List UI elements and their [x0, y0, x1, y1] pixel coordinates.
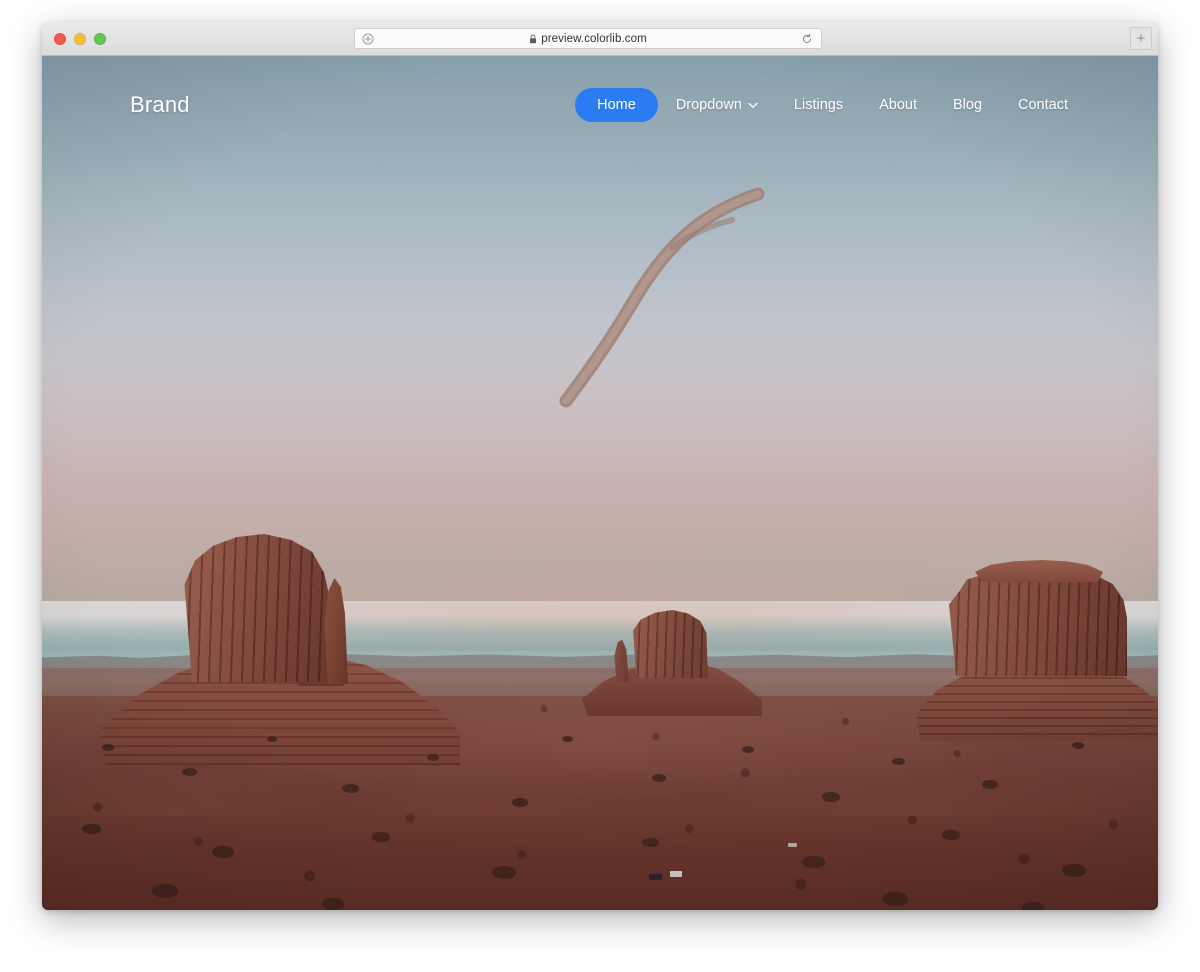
- address-bar-content: preview.colorlib.com: [355, 33, 821, 45]
- nav-item-listings[interactable]: Listings: [776, 89, 861, 121]
- main-navigation: Home Dropdown Listings About Blog Contac…: [575, 88, 1086, 122]
- new-tab-label: +: [1136, 30, 1146, 47]
- site-navbar: Brand Home Dropdown Listings About Blog …: [42, 56, 1158, 154]
- zoom-window-button[interactable]: [94, 33, 106, 45]
- new-tab-button[interactable]: +: [1130, 27, 1152, 50]
- reader-view-icon[interactable]: [362, 33, 374, 45]
- chevron-down-icon: [748, 102, 758, 108]
- nav-item-dropdown[interactable]: Dropdown: [658, 89, 776, 121]
- browser-window: preview.colorlib.com + Brand Home Dropdo…: [42, 22, 1158, 910]
- minimize-window-button[interactable]: [74, 33, 86, 45]
- page-viewport: Brand Home Dropdown Listings About Blog …: [42, 56, 1158, 910]
- reload-icon[interactable]: [801, 33, 813, 45]
- url-text: preview.colorlib.com: [541, 32, 647, 45]
- photo-vignette: [42, 56, 1158, 910]
- nav-label-dropdown: Dropdown: [675, 97, 742, 113]
- address-bar[interactable]: preview.colorlib.com: [354, 28, 822, 49]
- browser-toolbar: preview.colorlib.com +: [42, 22, 1158, 56]
- nav-item-home[interactable]: Home: [575, 88, 658, 122]
- nav-label-contact: Contact: [1018, 97, 1068, 113]
- nav-item-blog[interactable]: Blog: [935, 89, 1000, 121]
- nav-item-about[interactable]: About: [861, 89, 935, 121]
- close-window-button[interactable]: [54, 33, 66, 45]
- window-controls: [54, 33, 106, 45]
- brand-logo[interactable]: Brand: [130, 92, 190, 118]
- nav-label-blog: Blog: [952, 97, 983, 113]
- hero-background-image: [42, 56, 1158, 910]
- nav-label-home: Home: [597, 97, 636, 113]
- nav-label-about: About: [879, 97, 917, 113]
- lock-icon: [530, 34, 537, 43]
- nav-label-listings: Listings: [793, 97, 844, 113]
- nav-item-contact[interactable]: Contact: [1000, 89, 1086, 121]
